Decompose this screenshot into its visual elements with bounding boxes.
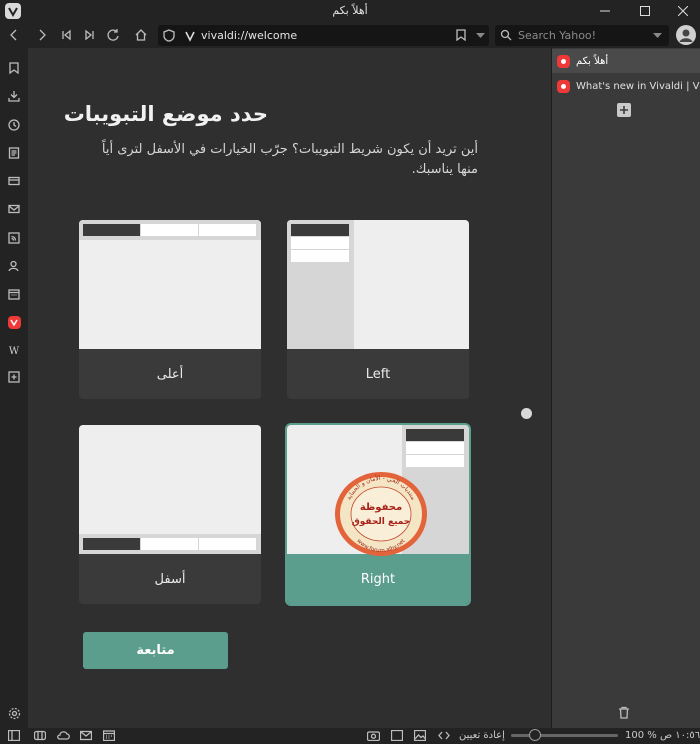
- zoom-level: 100 %: [625, 730, 657, 741]
- capture-icon[interactable]: [367, 730, 380, 742]
- tab-position-option-top[interactable]: أعلى: [79, 220, 261, 399]
- shield-icon[interactable]: [163, 29, 175, 42]
- chevron-down-icon[interactable]: [476, 33, 485, 39]
- reload-icon[interactable]: [102, 24, 124, 46]
- back-icon[interactable]: [3, 24, 25, 46]
- zoom-slider[interactable]: [511, 734, 618, 737]
- zoom-slider-handle[interactable]: [529, 729, 541, 741]
- option-label: أسفل: [154, 571, 186, 587]
- top-tabs-preview: [79, 220, 261, 349]
- calendar-panel-icon[interactable]: [4, 284, 24, 304]
- new-tab-icon[interactable]: [617, 103, 631, 117]
- forward-icon[interactable]: [31, 24, 53, 46]
- site-vivaldi-icon: [184, 30, 196, 42]
- tiling-icon[interactable]: [391, 730, 403, 742]
- bookmarks-panel-icon[interactable]: [4, 58, 24, 78]
- settings-gear-icon[interactable]: [4, 703, 24, 723]
- search-engine-dropdown-icon[interactable]: [653, 33, 662, 39]
- search-icon: [500, 29, 512, 41]
- vivaldi-favicon-icon: [557, 79, 570, 93]
- option-label: Left: [365, 366, 391, 382]
- rewind-icon[interactable]: [56, 24, 78, 46]
- bottom-tabs-preview: [79, 425, 261, 554]
- carousel-indicator-dot[interactable]: [521, 408, 532, 419]
- mail-panel-icon[interactable]: [4, 199, 24, 219]
- option-label: Right: [287, 554, 469, 604]
- page-actions-icon[interactable]: [438, 730, 450, 742]
- home-icon[interactable]: [130, 24, 152, 46]
- tab-title: What's new in Vivaldi | Vivaldi: [576, 80, 700, 92]
- tab-position-option-bottom[interactable]: أسفل: [79, 425, 261, 604]
- add-panel-icon[interactable]: [4, 367, 24, 387]
- minimize-icon[interactable]: [590, 0, 620, 22]
- tab-item-whats-new[interactable]: What's new in Vivaldi | Vivaldi: [552, 74, 700, 98]
- tab-position-option-left[interactable]: Left: [287, 220, 469, 399]
- page-heading: حدد موضع التبويبات: [63, 102, 268, 126]
- sync-cloud-icon[interactable]: [57, 730, 71, 742]
- reset-zoom-label[interactable]: إعادة تعيين: [459, 730, 505, 742]
- tab-title: أهلاً بكم: [576, 55, 609, 67]
- history-panel-icon[interactable]: [4, 115, 24, 135]
- trash-icon[interactable]: [618, 706, 630, 719]
- stamp-text-line2: جميع الحقوق: [352, 517, 411, 527]
- panel-toggle-icon[interactable]: [8, 730, 20, 742]
- images-toggle-icon[interactable]: [414, 730, 426, 742]
- left-tabs-preview: [287, 220, 469, 349]
- maximize-icon[interactable]: [630, 0, 660, 22]
- tab-bar-right: [551, 48, 700, 728]
- profile-avatar[interactable]: [676, 25, 696, 45]
- continue-button[interactable]: متابعة: [83, 632, 228, 669]
- feeds-panel-icon[interactable]: [4, 228, 24, 248]
- reading-list-panel-icon[interactable]: [4, 171, 24, 191]
- stamp-text-line1: محفوظة: [360, 502, 402, 513]
- option-label: أعلى: [156, 366, 184, 382]
- downloads-panel-icon[interactable]: [4, 86, 24, 106]
- vivaldi-favicon-icon: [557, 54, 570, 68]
- mail-status-icon[interactable]: [80, 730, 92, 742]
- search-placeholder[interactable]: Search Yahoo!: [518, 29, 596, 42]
- tab-item-welcome[interactable]: أهلاً بكم: [552, 49, 700, 73]
- bookmark-icon[interactable]: [456, 29, 466, 41]
- clock: ١٠:٥٦ ص: [660, 730, 700, 741]
- calendar-status-icon[interactable]: [103, 730, 115, 742]
- watermark-stamp: منتديات الحي - الأمان و الحماية www.foru…: [333, 470, 429, 558]
- notes-panel-icon[interactable]: [4, 143, 24, 163]
- window-panel-icon[interactable]: [34, 730, 46, 742]
- fast-forward-icon[interactable]: [78, 24, 100, 46]
- vivaldi-panel-icon[interactable]: [4, 312, 24, 332]
- wikipedia-panel-icon[interactable]: W: [4, 341, 24, 361]
- url-text[interactable]: vivaldi://welcome: [201, 29, 297, 42]
- close-icon[interactable]: [668, 0, 698, 22]
- page-description: أين تريد أن يكون شريط التبويبات؟ جرّب ال…: [101, 142, 478, 177]
- contacts-panel-icon[interactable]: [4, 256, 24, 276]
